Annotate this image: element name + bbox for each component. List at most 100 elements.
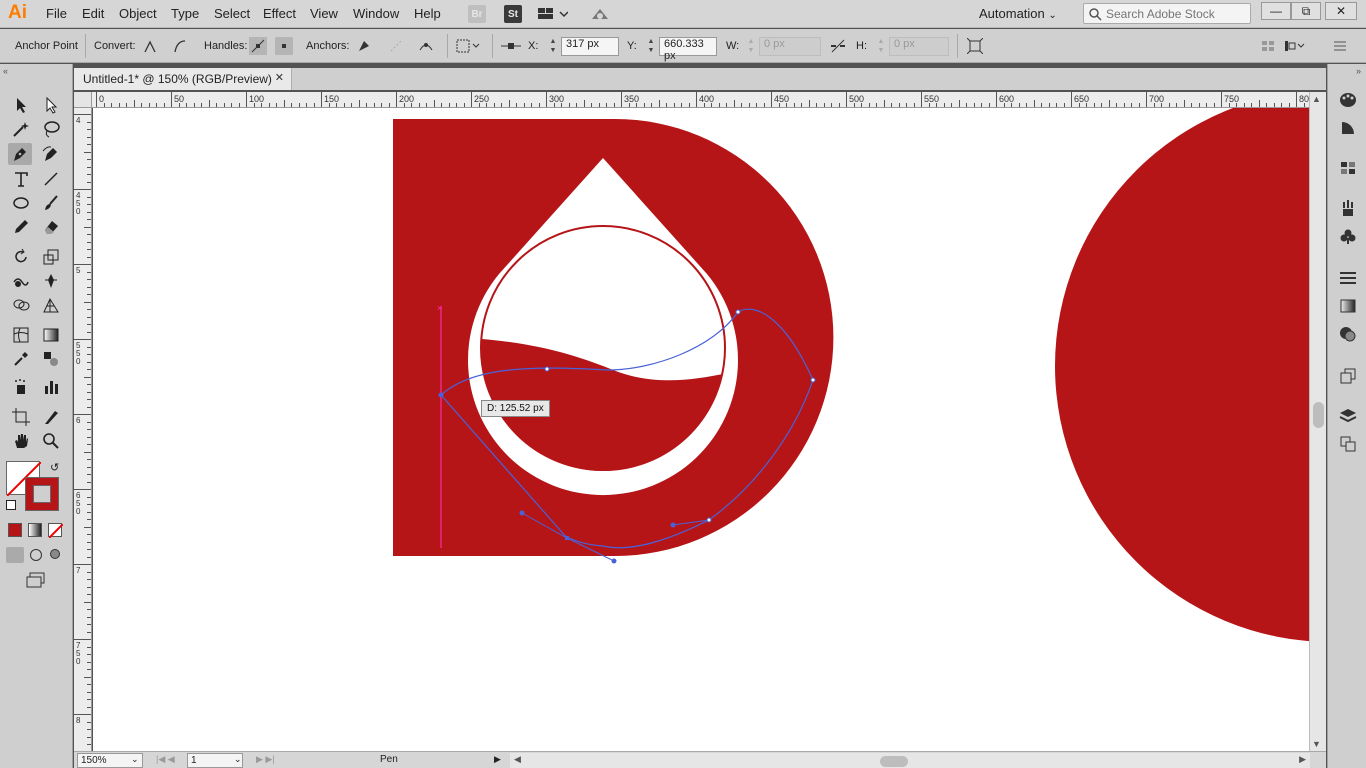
menu-help[interactable]: Help [414, 6, 441, 21]
none-mode-icon[interactable] [48, 523, 63, 538]
vertical-scrollbar[interactable]: ▲ ▼ [1309, 92, 1326, 751]
perspective-grid-tool-icon[interactable] [39, 294, 63, 316]
draw-normal-icon[interactable] [6, 547, 24, 563]
puppet-warp-tool-icon[interactable] [39, 270, 63, 292]
constrain-proportions-icon[interactable] [828, 37, 848, 55]
selection-tool-icon[interactable] [9, 94, 33, 116]
align-panel-icon[interactable] [1259, 37, 1277, 55]
y-stepper[interactable]: ▲ ▼ [645, 37, 657, 56]
zoom-tool-icon[interactable] [39, 430, 63, 452]
color-panel-icon[interactable] [1338, 90, 1358, 110]
default-colors-icon[interactable] [6, 500, 16, 510]
panel-menu-icon[interactable] [1331, 37, 1349, 55]
column-graph-tool-icon[interactable] [39, 376, 63, 398]
last-artboard-icon[interactable]: ▶ ▶| [256, 754, 275, 765]
horizontal-ruler[interactable]: 0 50 100 150 200 250 300 350 400 450 500 550 600 650 7… [92, 92, 1310, 108]
connect-anchor-icon[interactable] [387, 37, 405, 55]
ellipse-tool-icon[interactable] [9, 192, 33, 214]
screen-mode-icon[interactable] [25, 572, 47, 588]
warp-tool-icon[interactable] [9, 270, 33, 292]
scroll-left-icon[interactable]: ◀ [514, 754, 521, 765]
color-mode-icon[interactable] [8, 523, 22, 537]
mesh-tool-icon[interactable] [9, 324, 33, 346]
lasso-tool-icon[interactable] [39, 118, 63, 140]
draw-inside-icon[interactable] [50, 549, 60, 559]
symbols-panel-icon[interactable] [1338, 226, 1358, 246]
ruler-origin[interactable] [74, 92, 92, 108]
scroll-right-icon[interactable]: ▶ [1299, 754, 1306, 765]
expand-panels-icon[interactable]: » [1356, 66, 1361, 76]
stroke-swatch[interactable] [25, 477, 59, 511]
first-artboard-icon[interactable]: |◀ ◀ [156, 754, 175, 765]
vertical-ruler[interactable]: 4 450 5 550 6 650 7 750 8 [74, 108, 92, 751]
transform-menu-icon[interactable] [1283, 37, 1305, 55]
rotate-tool-icon[interactable] [9, 246, 33, 268]
type-tool-icon[interactable] [9, 168, 33, 190]
menu-view[interactable]: View [310, 6, 338, 21]
convert-corner-icon[interactable] [141, 37, 159, 55]
artboard-canvas[interactable]: × D: 125.52 px [93, 108, 1309, 751]
layers-panel-icon[interactable] [1338, 406, 1358, 426]
vertical-scroll-thumb[interactable] [1313, 402, 1324, 428]
pencil-tool-icon[interactable] [9, 216, 33, 238]
pen-tool-icon[interactable] [8, 143, 32, 165]
show-handles-icon[interactable] [249, 37, 267, 55]
swap-fill-stroke-icon[interactable]: ↺ [50, 461, 59, 474]
x-field[interactable]: 317 px [561, 37, 619, 56]
horizontal-scroll-thumb[interactable] [880, 756, 908, 767]
cut-path-icon[interactable] [417, 37, 435, 55]
search-input[interactable] [1106, 5, 1246, 22]
artboards-panel-icon[interactable] [1338, 434, 1358, 454]
menu-type[interactable]: Type [171, 6, 199, 21]
gpu-performance-icon[interactable] [589, 5, 611, 23]
restore-button[interactable]: ⧉ [1291, 2, 1321, 20]
remove-anchor-icon[interactable] [355, 37, 373, 55]
curvature-tool-icon[interactable] [39, 143, 63, 165]
gradient-tool-icon[interactable] [39, 324, 63, 346]
swatches-panel-icon[interactable] [1338, 158, 1358, 178]
bridge-icon[interactable]: Br [468, 5, 486, 23]
menu-edit[interactable]: Edit [82, 6, 104, 21]
symbol-sprayer-tool-icon[interactable] [9, 376, 33, 398]
magic-wand-tool-icon[interactable] [9, 118, 33, 140]
menu-object[interactable]: Object [119, 6, 157, 21]
chevron-down-icon[interactable]: ⌄ [131, 754, 139, 765]
scroll-down-icon[interactable]: ▼ [1312, 739, 1321, 749]
convert-smooth-icon[interactable] [171, 37, 189, 55]
appearance-panel-icon[interactable] [1338, 366, 1358, 386]
slice-tool-icon[interactable] [39, 406, 63, 428]
horizontal-scrollbar[interactable]: ◀ ▶ [510, 753, 1310, 768]
status-menu-icon[interactable]: ▶ [494, 754, 501, 765]
direct-selection-tool-icon[interactable] [39, 94, 63, 116]
transparency-panel-icon[interactable] [1338, 324, 1358, 344]
line-tool-icon[interactable] [39, 168, 63, 190]
scroll-up-icon[interactable]: ▲ [1312, 94, 1321, 104]
eyedropper-tool-icon[interactable] [9, 348, 33, 370]
blend-tool-icon[interactable] [39, 348, 63, 370]
scale-tool-icon[interactable] [39, 246, 63, 268]
color-guide-icon[interactable] [1338, 118, 1358, 138]
close-window-button[interactable]: ✕ [1325, 2, 1357, 20]
isolate-icon[interactable] [966, 37, 984, 55]
menu-window[interactable]: Window [353, 6, 399, 21]
close-icon[interactable]: ✕ [275, 71, 284, 84]
stock-search[interactable] [1083, 3, 1251, 24]
gradient-panel-icon[interactable] [1338, 296, 1358, 316]
gradient-mode-icon[interactable] [28, 523, 42, 537]
align-selector-icon[interactable] [456, 37, 482, 55]
reference-point-icon[interactable] [500, 37, 522, 55]
document-tab[interactable]: Untitled-1* @ 150% (RGB/Preview) ✕ [74, 68, 292, 90]
menu-effect[interactable]: Effect [263, 6, 296, 21]
chevron-down-icon[interactable]: ⌄ [234, 754, 242, 765]
collapse-panel-icon[interactable]: « [3, 66, 8, 76]
paintbrush-tool-icon[interactable] [39, 192, 63, 214]
shape-builder-tool-icon[interactable] [9, 294, 33, 316]
workspace-switcher[interactable]: Automation ⌄ [979, 6, 1057, 21]
hide-handles-icon[interactable] [275, 37, 293, 55]
eraser-tool-icon[interactable] [39, 216, 63, 238]
arrange-documents-icon[interactable] [537, 5, 569, 23]
draw-behind-icon[interactable] [30, 549, 42, 561]
y-field[interactable]: 660.333 px [659, 37, 717, 62]
brushes-panel-icon[interactable] [1338, 198, 1358, 218]
minimize-button[interactable]: — [1261, 2, 1291, 20]
